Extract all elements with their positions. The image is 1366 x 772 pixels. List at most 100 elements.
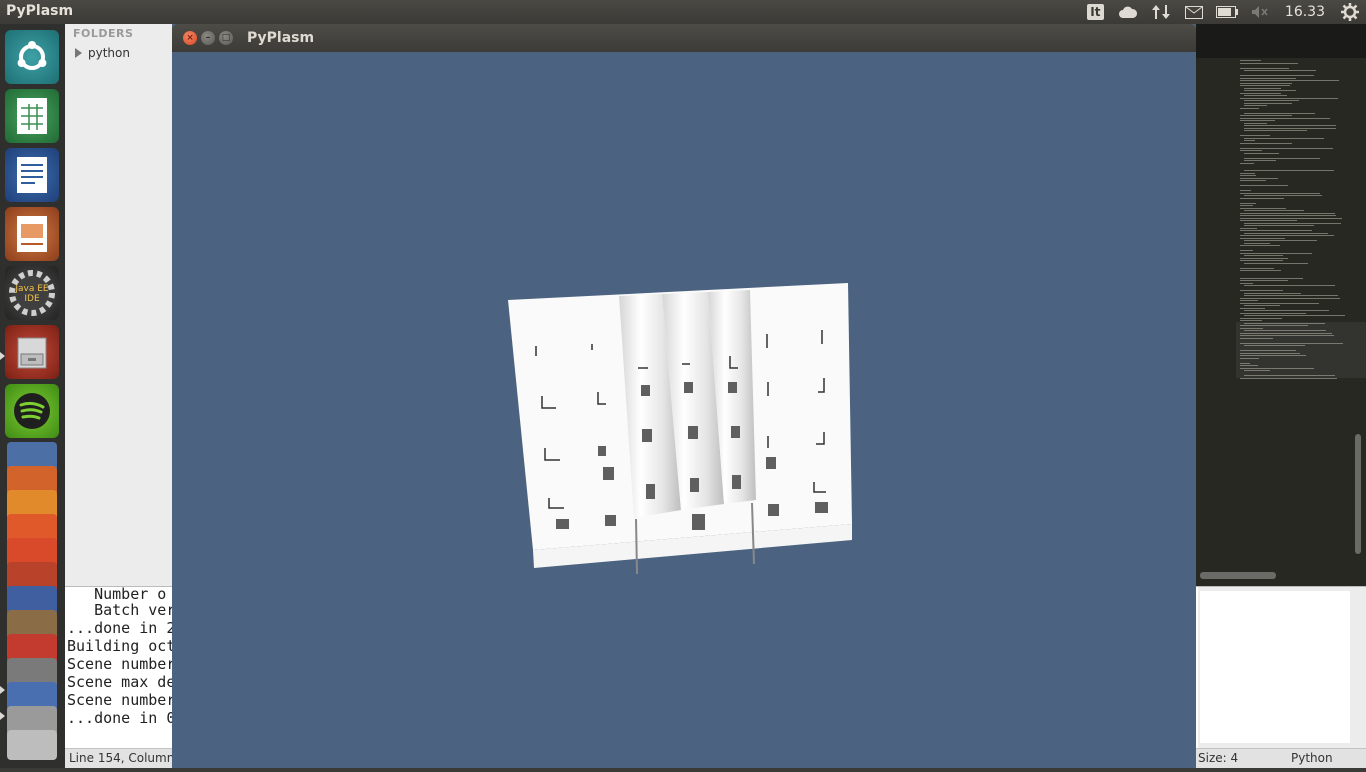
network-updown-icon[interactable] <box>1145 0 1178 24</box>
battery-icon[interactable] <box>1211 0 1244 24</box>
console-line: Batch ver <box>67 601 176 619</box>
minimap-line <box>1240 117 1330 119</box>
spotify-icon[interactable] <box>5 384 59 438</box>
minimap-line <box>1240 180 1266 181</box>
java-ee-ide-icon[interactable]: Java EE IDE <box>5 266 59 320</box>
minimap-line <box>1244 222 1341 224</box>
minimap-line <box>1240 352 1300 354</box>
minimap-line <box>1240 67 1290 69</box>
minimap-line <box>1244 105 1267 106</box>
clock[interactable]: 16.33 <box>1277 4 1333 20</box>
svg-text:Java EE: Java EE <box>14 284 49 294</box>
minimap-line <box>1244 125 1336 126</box>
editor-code-panel[interactable] <box>1196 24 1366 586</box>
minimap-line <box>1240 270 1282 271</box>
minimap-line <box>1244 345 1306 346</box>
window-titlebar[interactable]: × – □ PyPlasm <box>172 24 1196 52</box>
cloud-icon[interactable] <box>1112 0 1145 24</box>
window-title: PyPlasm <box>247 30 315 46</box>
minimap-line <box>1240 365 1259 366</box>
minimap-line <box>1240 300 1259 301</box>
minimap-line <box>1244 195 1323 196</box>
folders-sidebar: FOLDERS python <box>65 24 172 586</box>
ubuntu-dash-icon[interactable] <box>5 30 59 84</box>
folder-python[interactable]: python <box>75 46 130 60</box>
minimap-line <box>1240 75 1314 76</box>
minimap-line <box>1244 225 1315 226</box>
presentation-icon[interactable] <box>5 207 59 261</box>
minimap-line <box>1244 87 1281 89</box>
minimap-line <box>1244 140 1255 141</box>
running-indicator <box>0 686 5 694</box>
minimap-line <box>1240 362 1251 364</box>
close-icon[interactable]: × <box>183 31 197 45</box>
console-right-area <box>1198 587 1366 749</box>
minimap-line <box>1244 310 1330 311</box>
minimap-line <box>1244 90 1297 91</box>
minimap-line <box>1240 252 1313 254</box>
active-app-title: PyPlasm <box>6 3 74 19</box>
minimap-line <box>1240 150 1262 151</box>
tab-size[interactable]: Size: 4 <box>1198 751 1238 765</box>
minimap-line <box>1240 277 1303 279</box>
minimap-line <box>1240 177 1279 179</box>
spreadsheet-icon[interactable] <box>5 89 59 143</box>
mail-icon[interactable] <box>1178 0 1211 24</box>
minimap-line <box>1240 367 1314 369</box>
minimap-line <box>1240 115 1292 116</box>
minimap-line <box>1244 70 1317 71</box>
minimap-line <box>1240 185 1289 186</box>
folders-header: FOLDERS <box>73 27 134 40</box>
minimap-line <box>1244 262 1308 264</box>
syntax-selector[interactable]: Python <box>1291 751 1333 765</box>
minimap-line <box>1240 82 1293 84</box>
minimap-line <box>1240 205 1253 206</box>
minimap-line <box>1244 292 1301 294</box>
minimap-line <box>1240 62 1299 64</box>
minimap-line <box>1244 127 1336 129</box>
minimap-line <box>1244 240 1317 241</box>
minimap-line <box>1240 327 1264 329</box>
top-panel: PyPlasm It 16.33 <box>0 0 1366 24</box>
minimap-line <box>1240 230 1312 231</box>
disclosure-triangle-icon[interactable] <box>75 48 82 58</box>
minimap-line <box>1244 102 1293 104</box>
minimap-line <box>1244 295 1339 296</box>
minimap-line <box>1240 377 1337 379</box>
minimap-line <box>1240 290 1283 291</box>
minimap-line <box>1240 302 1319 304</box>
text-document-icon[interactable] <box>5 148 59 202</box>
minimize-icon[interactable]: – <box>201 31 215 45</box>
console-line: Scene number <box>67 691 176 709</box>
minimap-line <box>1244 370 1270 371</box>
minimap-line <box>1240 175 1257 176</box>
minimap-line <box>1240 97 1338 99</box>
launcher-stacked-item[interactable] <box>7 730 57 760</box>
file-cabinet-icon[interactable] <box>5 325 59 379</box>
minimap-line <box>1240 192 1321 194</box>
minimap[interactable] <box>1240 60 1350 560</box>
minimap-line <box>1240 77 1297 79</box>
volume-muted-icon[interactable] <box>1244 0 1277 24</box>
minimap-line <box>1244 95 1288 96</box>
minimap-line <box>1240 212 1336 214</box>
horizontal-scrollbar[interactable] <box>1200 572 1276 579</box>
minimap-line <box>1240 267 1274 269</box>
keyboard-layout-indicator[interactable]: It <box>1079 0 1112 24</box>
gear-icon[interactable] <box>1333 0 1366 24</box>
minimap-line <box>1240 107 1259 109</box>
vertical-scrollbar[interactable] <box>1355 434 1361 554</box>
minimap-line <box>1244 330 1326 331</box>
console-line: ...done in 2 <box>67 619 176 637</box>
console-line: Scene max de <box>67 673 176 691</box>
console-line: Scene number <box>67 655 176 673</box>
minimap-line <box>1244 100 1299 101</box>
minimap-line <box>1244 130 1307 131</box>
minimap-line <box>1244 232 1329 234</box>
minimap-line <box>1240 120 1276 121</box>
minimap-line <box>1240 325 1308 326</box>
minimap-line <box>1240 317 1282 319</box>
3d-viewport[interactable] <box>172 52 1196 768</box>
minimap-line <box>1240 280 1289 281</box>
maximize-icon[interactable]: □ <box>219 31 233 45</box>
